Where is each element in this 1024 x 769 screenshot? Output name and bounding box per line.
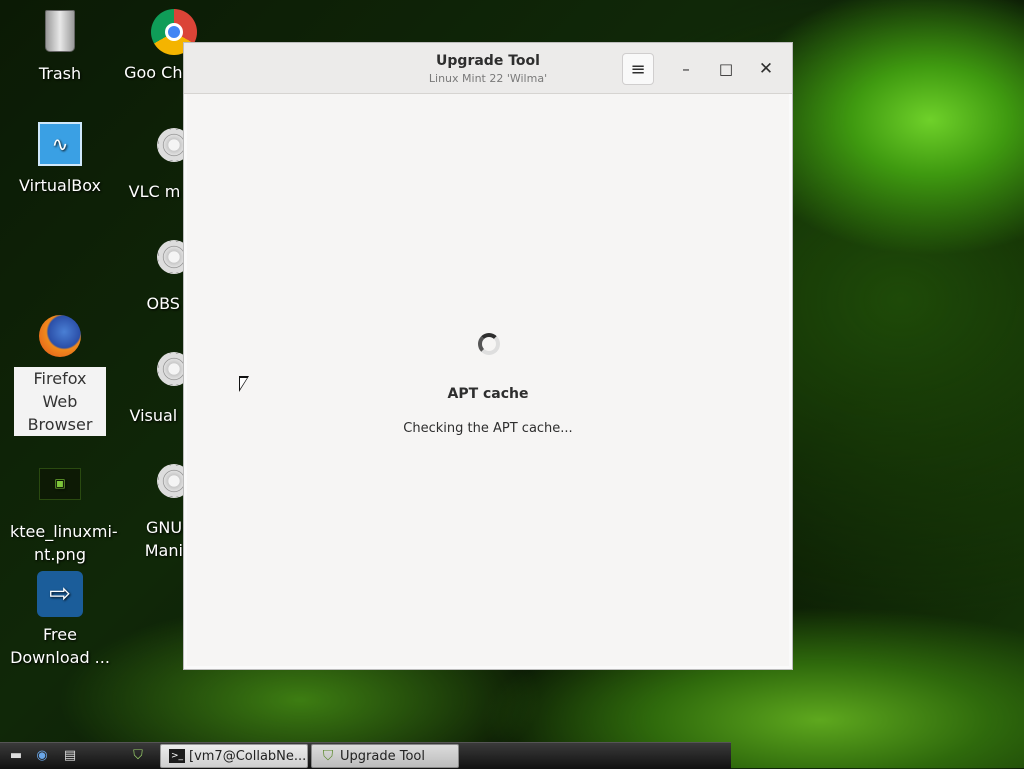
status-message: Checking the APT cache... [403, 421, 573, 436]
minimize-icon[interactable]: – [670, 53, 702, 85]
status-title: APT cache [447, 386, 529, 402]
menu-icon[interactable]: ▬ [6, 746, 26, 766]
taskbar: ▬ ◉ ▤ ⛉ >_ [vm7@CollabNe... ⛉ Upgrade To… [0, 742, 731, 769]
taskbar-item-label: Upgrade Tool [340, 749, 425, 764]
hamburger-menu-icon[interactable]: ≡ [622, 53, 654, 85]
taskbar-item-label: [vm7@CollabNe... [189, 749, 307, 764]
window-titlebar[interactable]: Upgrade Tool Linux Mint 22 'Wilma' ≡ – □… [184, 43, 792, 94]
trash-icon [36, 10, 84, 58]
download-manager-icon: ⇨ [36, 571, 84, 619]
desktop-icon-label: ktee_linuxmi-nt.png [10, 522, 118, 564]
image-file-icon: ▣ [36, 468, 84, 516]
taskbar-item-upgrade-tool[interactable]: ⛉ Upgrade Tool [311, 744, 459, 768]
desktop-icon-label: Trash [38, 64, 82, 83]
desktop-icon-trash[interactable]: Trash [10, 8, 110, 85]
mouse-pointer-icon [239, 376, 249, 392]
window-content: APT cache Checking the APT cache... [188, 94, 788, 665]
shield-icon: ⛉ [322, 748, 334, 764]
taskbar-item-terminal[interactable]: >_ [vm7@CollabNe... [160, 744, 308, 768]
show-desktop-icon[interactable]: ▤ [60, 746, 80, 766]
loading-spinner-icon [478, 333, 500, 355]
desktop-icon-label: VirtualBox [18, 176, 102, 195]
desktop-icon-free-download-manager[interactable]: ⇨ Free Download ... [10, 570, 110, 669]
desktop-icon-label: Firefox Web Browser [14, 367, 106, 436]
desktop-icon-image-file[interactable]: ▣ ktee_linuxmi-nt.png [10, 458, 118, 566]
close-icon[interactable]: ✕ [750, 53, 782, 85]
shield-icon[interactable]: ⛉ [128, 746, 148, 766]
upgrade-tool-window: Upgrade Tool Linux Mint 22 'Wilma' ≡ – □… [183, 42, 793, 670]
maximize-icon[interactable]: □ [710, 53, 742, 85]
terminal-icon: >_ [169, 749, 185, 763]
firefox-icon [36, 315, 84, 363]
desktop-icon-firefox[interactable]: Firefox Web Browser [10, 312, 110, 436]
desktop-icon-virtualbox[interactable]: ∿ VirtualBox [10, 120, 110, 197]
virtualbox-icon: ∿ [36, 122, 84, 170]
web-browser-icon[interactable]: ◉ [32, 746, 52, 766]
desktop-icon-label: Free Download ... [10, 625, 110, 667]
